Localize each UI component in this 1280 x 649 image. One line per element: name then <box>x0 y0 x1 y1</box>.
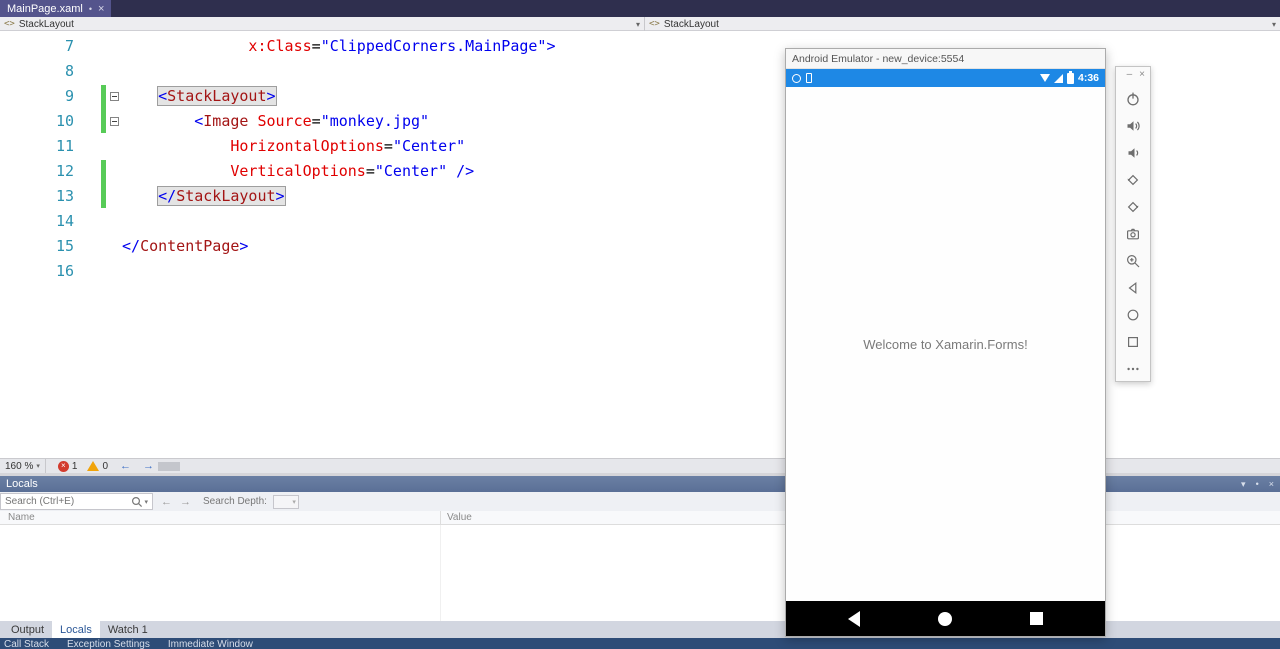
error-count: 1 <box>72 461 78 472</box>
xml-element-icon: <> <box>4 19 15 29</box>
rotate-left-icon[interactable] <box>1120 166 1147 193</box>
rotate-right-icon[interactable] <box>1120 193 1147 220</box>
column-header-name[interactable]: Name <box>8 512 35 523</box>
search-depth-combo[interactable]: ▾ <box>273 495 299 509</box>
breadcrumb-element-right[interactable]: <> StackLayout ▾ <box>645 17 1280 31</box>
chevron-down-icon: ▾ <box>292 498 296 506</box>
tab-locals[interactable]: Locals <box>52 621 100 638</box>
chevron-down-icon[interactable]: ▾ <box>1272 20 1276 29</box>
tab-call-stack[interactable]: Call Stack <box>4 638 49 649</box>
zoom-selector[interactable]: 160 % ▾ <box>0 459 46 474</box>
circle-notification-icon <box>792 74 801 83</box>
line-number: 8 <box>0 59 76 84</box>
search-box[interactable]: ▾ <box>0 493 153 510</box>
warning-icon[interactable] <box>87 461 99 471</box>
change-bar <box>101 160 106 208</box>
cellular-signal-icon <box>1054 74 1063 83</box>
breadcrumb-label: StackLayout <box>19 19 74 30</box>
search-input[interactable] <box>1 496 131 507</box>
error-icon[interactable]: × <box>58 461 69 472</box>
clock-text: 4:36 <box>1078 72 1099 84</box>
back-icon[interactable] <box>1120 274 1147 301</box>
tab-mainpage-xaml[interactable]: MainPage.xaml • × <box>0 0 111 17</box>
change-bar <box>101 85 106 133</box>
welcome-text: Welcome to Xamarin.Forms! <box>863 337 1027 352</box>
line-number: 14 <box>0 209 76 234</box>
emulator-toolbar: – × <box>1115 66 1151 382</box>
search-prev-icon[interactable]: ← <box>161 496 172 508</box>
xml-element-icon: <> <box>649 19 660 29</box>
close-icon[interactable]: × <box>1269 479 1274 489</box>
screenshot-icon[interactable] <box>1120 220 1147 247</box>
search-depth-label: Search Depth: <box>203 496 267 507</box>
panel-title: Locals <box>6 478 38 490</box>
emulator-screen: Welcome to Xamarin.Forms! <box>786 87 1105 601</box>
column-header-value[interactable]: Value <box>447 512 472 523</box>
back-icon[interactable] <box>848 611 860 627</box>
line-number: 9 <box>0 84 76 109</box>
power-icon[interactable] <box>1120 85 1147 112</box>
volume-up-icon[interactable] <box>1120 112 1147 139</box>
more-icon[interactable] <box>1120 355 1147 382</box>
breadcrumb-label: StackLayout <box>664 19 719 30</box>
android-nav-bar <box>786 601 1105 636</box>
line-number: 11 <box>0 134 76 159</box>
chevron-down-icon[interactable]: ▾ <box>636 20 640 29</box>
matched-tag-highlight: </StackLayout> <box>158 187 284 205</box>
close-icon[interactable]: × <box>1139 70 1145 80</box>
breadcrumb-element-left[interactable]: <> StackLayout ▾ <box>0 17 645 31</box>
chevron-down-icon[interactable]: ▾ <box>143 498 152 506</box>
wifi-icon <box>1040 74 1050 82</box>
bottom-status-strip: Call Stack Exception Settings Immediate … <box>0 638 1280 649</box>
fold-marker-icon[interactable] <box>110 117 119 126</box>
search-next-icon[interactable]: → <box>180 496 191 508</box>
zoom-icon[interactable] <box>1120 247 1147 274</box>
tab-title: MainPage.xaml <box>7 3 83 15</box>
line-number: 7 <box>0 34 76 59</box>
fold-marker-icon[interactable] <box>110 92 119 101</box>
overview-icon[interactable] <box>1120 328 1147 355</box>
battery-notification-icon <box>806 73 812 83</box>
home-icon[interactable] <box>938 612 952 626</box>
document-tab-bar: MainPage.xaml • × <box>0 0 1280 17</box>
line-number: 16 <box>0 259 76 284</box>
navigate-forward-icon[interactable]: → <box>143 460 154 472</box>
zoom-level: 160 % <box>5 461 33 472</box>
line-number: 13 <box>0 184 76 209</box>
tab-exception-settings[interactable]: Exception Settings <box>67 638 150 649</box>
chevron-down-icon: ▾ <box>36 462 40 470</box>
navigate-back-icon[interactable]: ← <box>120 460 131 472</box>
tab-output[interactable]: Output <box>3 621 52 638</box>
emulator-title-bar[interactable]: Android Emulator - new_device:5554 <box>786 49 1105 69</box>
battery-icon <box>1067 73 1074 84</box>
line-number: 15 <box>0 234 76 259</box>
emulator-title: Android Emulator - new_device:5554 <box>792 53 964 65</box>
line-number: 10 <box>0 109 76 134</box>
minimize-icon[interactable]: – <box>1127 70 1133 80</box>
tab-watch-1[interactable]: Watch 1 <box>100 621 156 638</box>
close-icon[interactable]: × <box>98 3 104 15</box>
window-position-icon[interactable]: ▾ <box>1241 479 1246 490</box>
android-emulator-window: Android Emulator - new_device:5554 4:36 … <box>785 48 1106 637</box>
pin-icon[interactable]: • <box>1256 479 1259 489</box>
matched-tag-highlight: <StackLayout> <box>158 87 275 105</box>
home-icon[interactable] <box>1120 301 1147 328</box>
android-status-bar: 4:36 <box>786 69 1105 87</box>
line-number: 12 <box>0 159 76 184</box>
search-icon[interactable] <box>131 496 143 508</box>
volume-down-icon[interactable] <box>1120 139 1147 166</box>
tab-immediate-window[interactable]: Immediate Window <box>168 638 253 649</box>
horizontal-scrollbar-thumb[interactable] <box>158 462 180 471</box>
pin-icon[interactable]: • <box>89 4 92 14</box>
overview-icon[interactable] <box>1030 612 1043 625</box>
warning-count: 0 <box>102 461 108 472</box>
navigation-bar: <> StackLayout ▾ <> StackLayout ▾ <box>0 17 1280 31</box>
